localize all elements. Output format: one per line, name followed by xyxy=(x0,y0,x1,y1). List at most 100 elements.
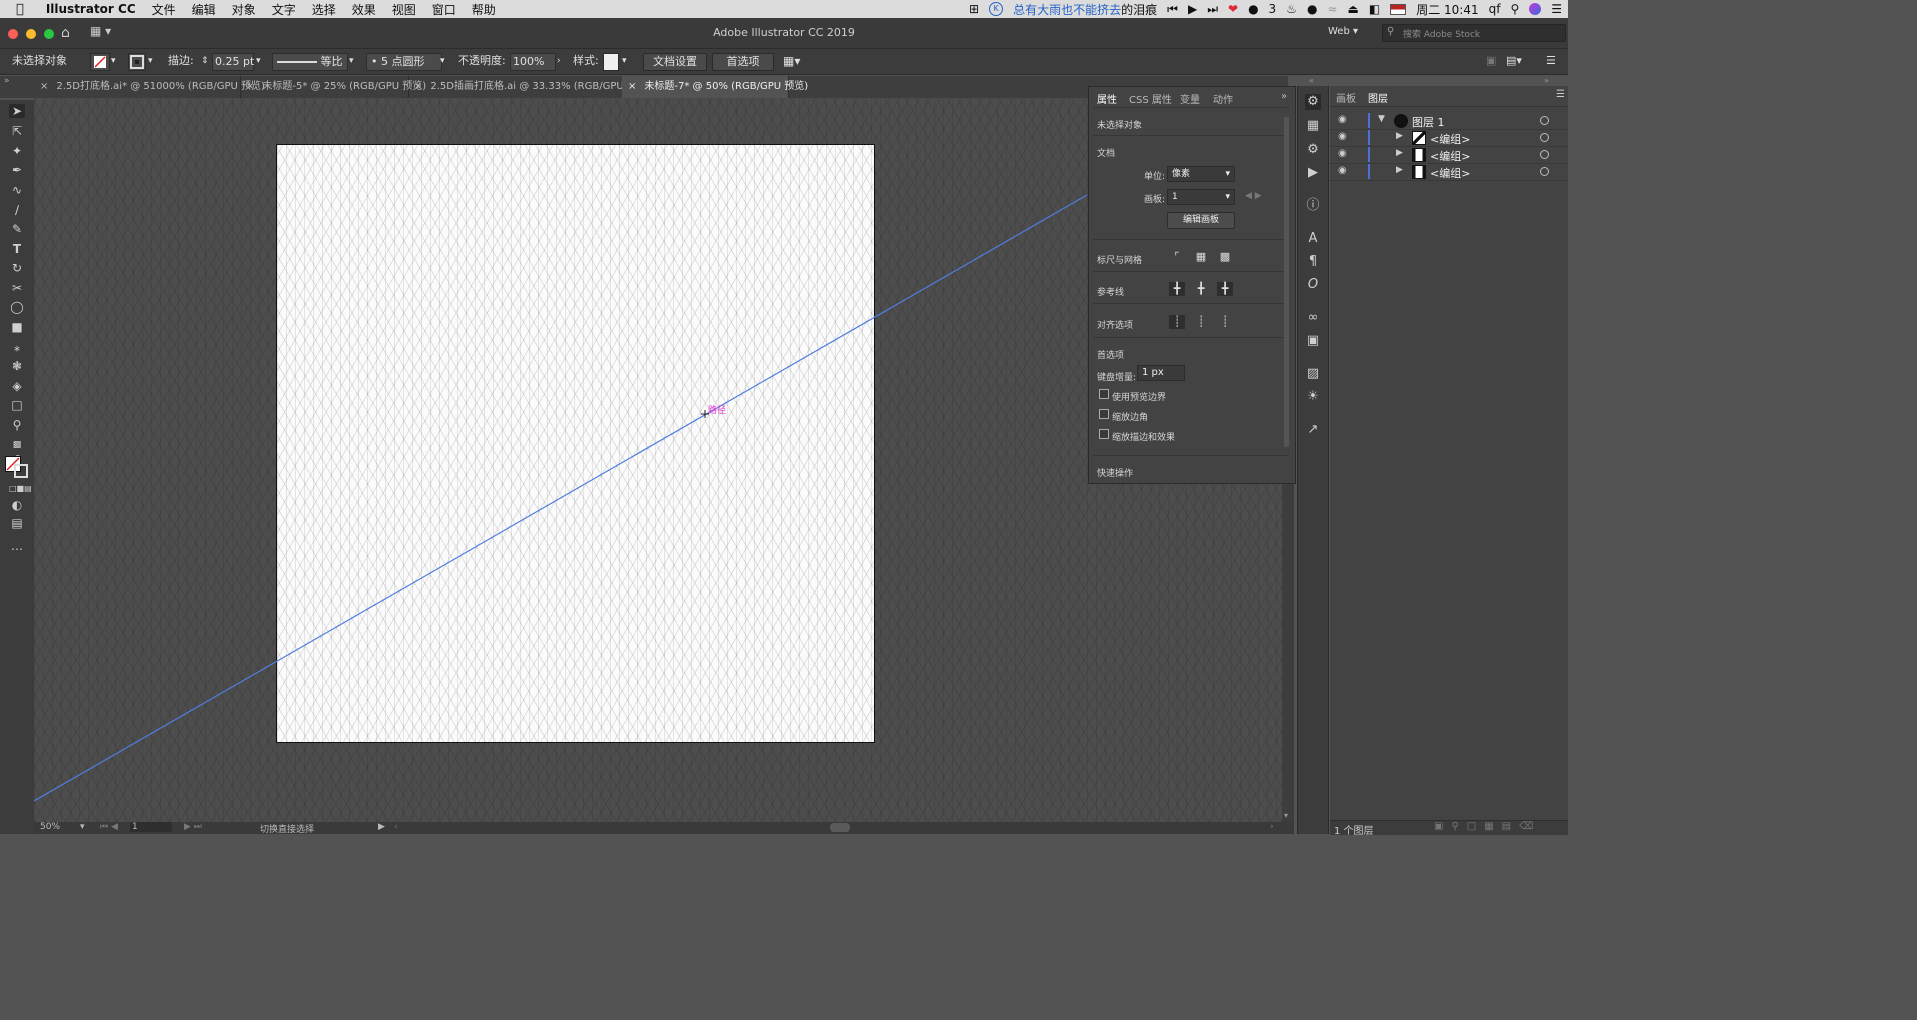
transparency-grid-icon[interactable]: ▩ xyxy=(1217,250,1233,264)
menu-view[interactable]: 视图 xyxy=(384,1,424,18)
visibility-eye-icon[interactable]: ◉ xyxy=(1338,114,1347,125)
target-circle-icon[interactable] xyxy=(1540,116,1549,125)
menu-help[interactable]: 帮助 xyxy=(464,1,504,18)
curvature-tool-icon[interactable]: ∿ xyxy=(9,183,25,197)
asset-export-icon[interactable]: ▣ xyxy=(1305,333,1321,349)
input-flag-icon[interactable] xyxy=(1390,3,1407,15)
rulers-icon[interactable]: ⌜ xyxy=(1169,250,1185,264)
paintbrush-tool-icon[interactable]: ✎ xyxy=(9,222,25,236)
visibility-eye-icon[interactable]: ◉ xyxy=(1338,131,1347,142)
info-icon[interactable]: ⓘ xyxy=(1305,198,1321,214)
style-dropdown-icon[interactable]: ▾ xyxy=(622,53,627,69)
play-icon[interactable]: ▶ xyxy=(1188,2,1197,16)
siri-icon[interactable] xyxy=(1529,3,1542,15)
opentype-icon[interactable]: O xyxy=(1305,277,1321,293)
chevron-right-icon[interactable]: ▶ xyxy=(1396,131,1403,141)
scroll-down-icon[interactable]: ▾ xyxy=(1284,811,1288,820)
k-app-icon[interactable]: K xyxy=(989,2,1004,16)
zoom-level[interactable]: 50% xyxy=(40,822,60,832)
brush-dropdown-icon[interactable]: ▾ xyxy=(440,53,445,69)
previous-track-icon[interactable]: ⏮ xyxy=(1167,2,1178,17)
scroll-left-icon[interactable]: ‹ xyxy=(394,822,398,832)
close-tab-icon[interactable]: × xyxy=(40,81,48,92)
collapse-toolbar-icon[interactable]: » xyxy=(4,76,10,86)
target-circle-icon[interactable] xyxy=(1540,167,1549,176)
opacity-input[interactable]: 100% xyxy=(510,53,556,71)
layer-row[interactable]: ◉ ▼ 图层 1 xyxy=(1330,112,1568,130)
stroke-profile-select[interactable]: 等比 xyxy=(272,53,348,71)
blend-tool-icon[interactable]: ◈ xyxy=(9,379,25,393)
libraries-icon[interactable]: ▦ xyxy=(1305,118,1321,134)
profile-dropdown-icon[interactable]: ▾ xyxy=(349,53,354,69)
align-to-selection-icon[interactable]: ┊ xyxy=(1169,315,1185,329)
properties-panel-icon[interactable]: ⚙ xyxy=(1305,94,1321,110)
style-swatch[interactable] xyxy=(603,53,619,71)
magic-wand-tool-icon[interactable]: ✦ xyxy=(9,144,25,158)
chevron-down-icon[interactable]: ▼ xyxy=(1378,114,1385,124)
zoom-dropdown-icon[interactable]: ▾ xyxy=(80,822,85,832)
rotate-tool-icon[interactable]: ↻ xyxy=(9,261,25,275)
volume-icon[interactable]: ◧ xyxy=(1369,2,1380,16)
panel-menu-icon[interactable]: » xyxy=(1281,91,1287,102)
tab-properties[interactable]: 属性 xyxy=(1097,91,1117,106)
use-preview-bounds-checkbox[interactable] xyxy=(1099,389,1109,399)
menu-object[interactable]: 对象 xyxy=(224,1,264,18)
zoom-tool-icon[interactable]: ⚲ xyxy=(9,418,25,432)
wifi-icon[interactable]: ≈ xyxy=(1327,2,1337,16)
smart-guides-icon[interactable]: ╋ xyxy=(1217,282,1233,296)
fill-swatch[interactable] xyxy=(90,53,110,71)
artboard-number[interactable]: 1 xyxy=(130,822,172,832)
menu-type[interactable]: 文字 xyxy=(264,1,304,18)
image-trace-icon[interactable]: ▨ xyxy=(1305,366,1321,382)
chevron-right-icon[interactable]: ▶ xyxy=(1396,148,1403,158)
fill-dropdown-icon[interactable]: ▾ xyxy=(111,53,116,69)
expand-panel-icon[interactable]: » xyxy=(1544,76,1549,85)
app-menu[interactable]: Illustrator CC xyxy=(32,2,144,16)
scissors-tool-icon[interactable]: ✂ xyxy=(9,281,25,295)
creative-cloud-icon[interactable]: ● xyxy=(1307,2,1317,16)
appearance-sun-icon[interactable]: ☀ xyxy=(1305,389,1321,405)
target-circle-icon[interactable] xyxy=(1540,133,1549,142)
draw-mode-icon[interactable]: ◐ xyxy=(9,498,25,512)
tab-document-4[interactable]: × 未标题-7* @ 50% (RGB/GPU 预览) xyxy=(622,76,808,98)
align-to-key-object-icon[interactable]: ┊ xyxy=(1193,315,1209,329)
next-artboard-icon[interactable]: ▶ ⏭ xyxy=(184,822,202,832)
stroke-dropdown-icon[interactable]: ▾ xyxy=(148,53,153,69)
notification-center-icon[interactable]: ☰ xyxy=(1551,2,1562,16)
target-circle-icon[interactable] xyxy=(1540,150,1549,159)
tab-document-3[interactable]: × 2.5D插画打底格.ai @ 33.33% (RGB/GPU 预览) xyxy=(408,76,651,98)
workspace-switcher[interactable]: Web ▾ xyxy=(1328,26,1358,37)
scale-strokes-effects-checkbox[interactable] xyxy=(1099,429,1109,439)
grid-icon[interactable]: ▦ xyxy=(1193,250,1209,264)
color-mode-icons[interactable]: □■▤ xyxy=(9,482,32,496)
panel-scrollbar[interactable] xyxy=(1284,117,1289,447)
user-name[interactable]: qf xyxy=(1489,2,1501,16)
shape-builder-tool-icon[interactable]: ◯ xyxy=(9,300,25,314)
eject-icon[interactable]: ⏏ xyxy=(1348,2,1359,16)
group-row[interactable]: ◉ ▶ <编组> xyxy=(1330,163,1568,181)
artboard-nav-arrows-icon[interactable]: ◀ ▶ xyxy=(1245,191,1262,201)
group-row[interactable]: ◉ ▶ <编组> xyxy=(1330,129,1568,147)
tab-variables[interactable]: 变量 xyxy=(1180,91,1200,106)
control-bar-menu-icon[interactable]: ☰ xyxy=(1546,53,1556,69)
heart-icon[interactable]: ❤ xyxy=(1228,2,1238,16)
menu-effect[interactable]: 效果 xyxy=(344,1,384,18)
paragraph-icon[interactable]: ¶ xyxy=(1305,254,1321,270)
close-tab-icon[interactable]: × xyxy=(246,81,254,92)
crop-icon[interactable]: ⊞ xyxy=(969,2,979,16)
tab-css-properties[interactable]: CSS 属性 xyxy=(1129,91,1172,106)
stock-search-box[interactable]: ⚲ 搜索 Adobe Stock xyxy=(1382,24,1566,42)
default-fill-stroke-icon[interactable]: ▩ ↶ xyxy=(9,438,25,464)
show-guides-icon[interactable]: ╋ xyxy=(1169,282,1185,296)
preferences-button[interactable]: 首选项 xyxy=(712,53,774,71)
next-track-icon[interactable]: ⏭ xyxy=(1207,2,1218,17)
menu-window[interactable]: 窗口 xyxy=(424,1,464,18)
line-tool-icon[interactable]: ∕ xyxy=(9,203,25,217)
apple-icon[interactable]:  xyxy=(0,2,32,17)
visibility-eye-icon[interactable]: ◉ xyxy=(1338,165,1347,176)
links-icon[interactable]: ∞ xyxy=(1305,310,1321,326)
artboard-tool-icon[interactable]: □ xyxy=(9,398,25,412)
menu-file[interactable]: 文件 xyxy=(144,1,184,18)
status-menu-icon[interactable]: ▶ xyxy=(378,822,385,832)
edit-artboards-button[interactable]: 编辑画板 xyxy=(1167,212,1235,229)
